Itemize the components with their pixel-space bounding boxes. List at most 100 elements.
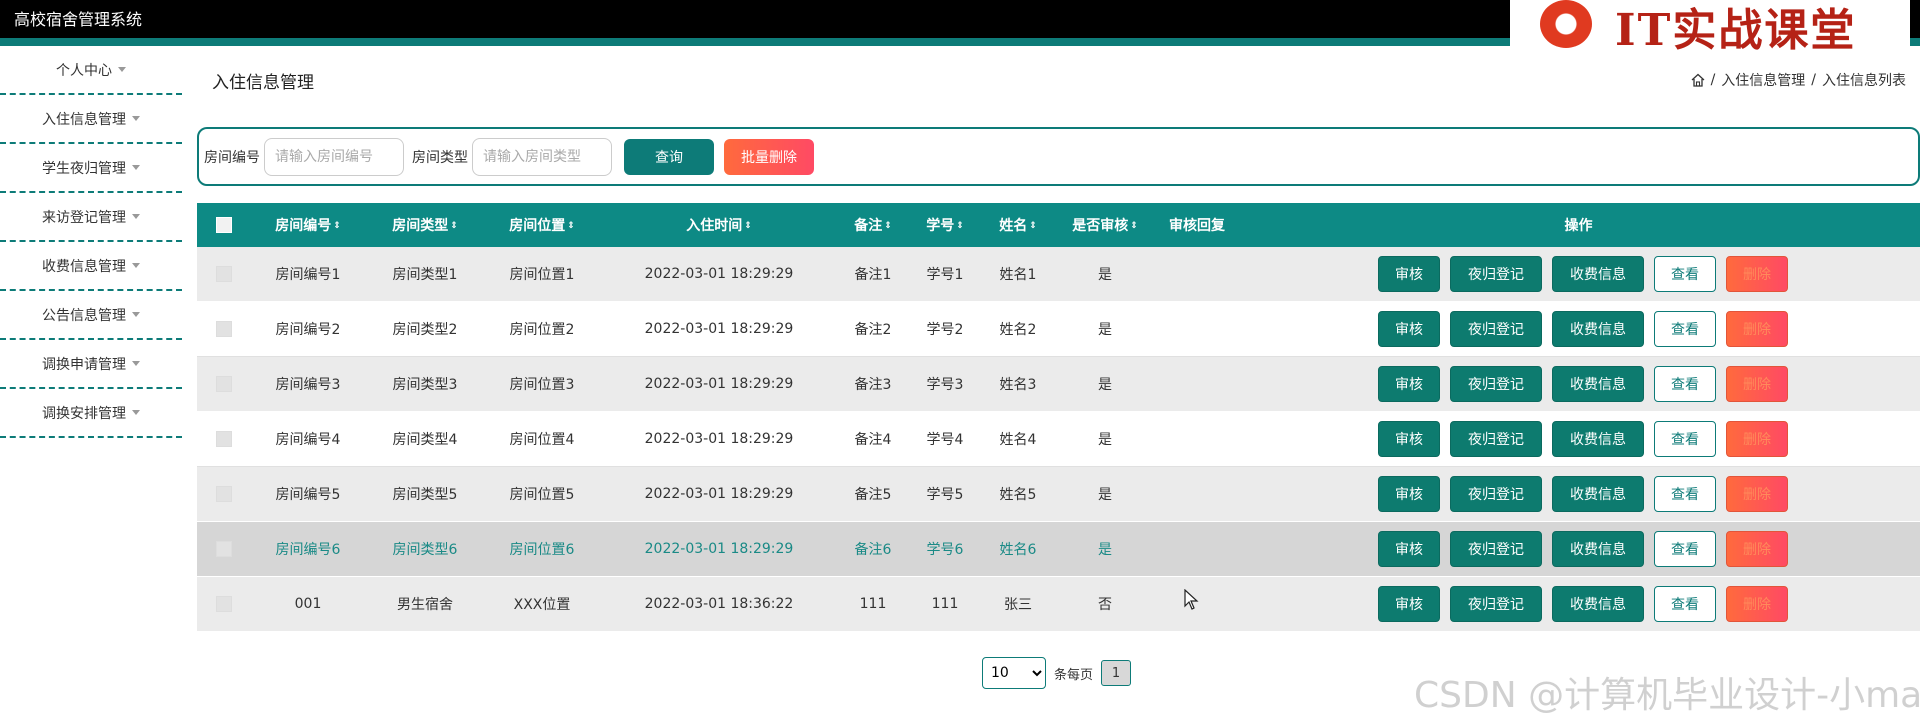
- col-audited[interactable]: 是否审核 ⇕: [1053, 215, 1157, 235]
- sidebar-item[interactable]: 收费信息管理: [0, 242, 182, 291]
- view-button[interactable]: 查看: [1654, 366, 1716, 402]
- home-icon[interactable]: [1691, 73, 1705, 87]
- room-location-cell: 房间位置2: [509, 322, 575, 338]
- view-button[interactable]: 查看: [1654, 256, 1716, 292]
- sort-icon[interactable]: ⇕: [1029, 221, 1037, 231]
- audit-button[interactable]: 审核: [1378, 256, 1440, 292]
- view-button[interactable]: 查看: [1654, 531, 1716, 567]
- mouse-cursor-icon: [1184, 589, 1199, 610]
- app-title: 高校宿舍管理系统: [14, 10, 143, 29]
- row-checkbox[interactable]: [216, 266, 232, 282]
- audit-button[interactable]: 审核: [1378, 586, 1440, 622]
- sort-icon[interactable]: ⇕: [956, 221, 964, 231]
- breadcrumb-level1[interactable]: 入住信息管理: [1721, 70, 1805, 90]
- sort-icon[interactable]: ⇕: [744, 221, 752, 231]
- table-row[interactable]: 房间编号6 房间类型6 房间位置6 2022-03-01 18:29:29 备注6 学号6…: [197, 522, 1920, 577]
- col-room-type[interactable]: 房间类型 ⇕: [365, 215, 485, 235]
- sort-icon[interactable]: ⇕: [884, 221, 892, 231]
- audit-button[interactable]: 审核: [1378, 421, 1440, 457]
- row-checkbox[interactable]: [216, 431, 232, 447]
- audited-cell: 是: [1098, 377, 1112, 393]
- delete-button[interactable]: 删除: [1726, 476, 1788, 512]
- col-room-number[interactable]: 房间编号 ⇕: [251, 215, 365, 235]
- logo-icon: [1540, 0, 1592, 48]
- row-checkbox[interactable]: [216, 376, 232, 392]
- fee-info-button[interactable]: 收费信息: [1552, 476, 1644, 512]
- room-type-label: 房间类型: [412, 149, 468, 166]
- view-button[interactable]: 查看: [1654, 311, 1716, 347]
- student-no-cell: 学号1: [926, 267, 964, 283]
- table-row[interactable]: 房间编号5 房间类型5 房间位置5 2022-03-01 18:29:29 备注5 学号5…: [197, 467, 1920, 522]
- night-return-button[interactable]: 夜归登记: [1450, 311, 1542, 347]
- sidebar-item[interactable]: 调换安排管理: [0, 389, 182, 438]
- audit-button[interactable]: 审核: [1378, 366, 1440, 402]
- sidebar-item[interactable]: 学生夜归管理: [0, 144, 182, 193]
- audit-button[interactable]: 审核: [1378, 311, 1440, 347]
- sidebar-item[interactable]: 调换申请管理: [0, 340, 182, 389]
- actions-cell: 审核 夜归登记 收费信息 查看 删除: [1237, 586, 1920, 622]
- student-no-cell: 学号5: [926, 487, 964, 503]
- room-type-cell: 房间类型2: [392, 322, 458, 338]
- delete-button[interactable]: 删除: [1726, 421, 1788, 457]
- batch-delete-button[interactable]: 批量删除: [724, 138, 814, 175]
- night-return-button[interactable]: 夜归登记: [1450, 366, 1542, 402]
- delete-button[interactable]: 删除: [1726, 311, 1788, 347]
- room-number-input[interactable]: [264, 137, 404, 176]
- view-button[interactable]: 查看: [1654, 476, 1716, 512]
- name-cell: 姓名3: [999, 377, 1037, 393]
- table-row[interactable]: 房间编号2 房间类型2 房间位置2 2022-03-01 18:29:29 备注2 学号2…: [197, 302, 1920, 357]
- logo-banner: IT实战课堂: [1510, 0, 1910, 56]
- night-return-button[interactable]: 夜归登记: [1450, 476, 1542, 512]
- room-type-input[interactable]: [472, 137, 612, 176]
- fee-info-button[interactable]: 收费信息: [1552, 531, 1644, 567]
- checkin-time-cell: 2022-03-01 18:29:29: [644, 266, 794, 282]
- per-page-label: 条每页: [1054, 667, 1094, 683]
- page-size-select[interactable]: 10: [982, 657, 1046, 689]
- audited-cell: 是: [1098, 542, 1112, 558]
- row-checkbox[interactable]: [216, 321, 232, 337]
- audit-button[interactable]: 审核: [1378, 476, 1440, 512]
- fee-info-button[interactable]: 收费信息: [1552, 421, 1644, 457]
- checkin-time-cell: 2022-03-01 18:29:29: [644, 431, 794, 447]
- col-room-location[interactable]: 房间位置 ⇕: [485, 215, 599, 235]
- sidebar-item[interactable]: 个人中心: [0, 46, 182, 95]
- name-cell: 张三: [1004, 597, 1032, 613]
- table-row[interactable]: 房间编号4 房间类型4 房间位置4 2022-03-01 18:29:29 备注4 学号4…: [197, 412, 1920, 467]
- fee-info-button[interactable]: 收费信息: [1552, 586, 1644, 622]
- row-checkbox[interactable]: [216, 541, 232, 557]
- fee-info-button[interactable]: 收费信息: [1552, 311, 1644, 347]
- view-button[interactable]: 查看: [1654, 586, 1716, 622]
- table-row[interactable]: 房间编号3 房间类型3 房间位置3 2022-03-01 18:29:29 备注3 学号3…: [197, 357, 1920, 412]
- col-name[interactable]: 姓名 ⇕: [983, 215, 1053, 235]
- night-return-button[interactable]: 夜归登记: [1450, 421, 1542, 457]
- select-all-checkbox[interactable]: [216, 217, 232, 233]
- delete-button[interactable]: 删除: [1726, 256, 1788, 292]
- sort-icon[interactable]: ⇕: [567, 221, 575, 231]
- sidebar-item[interactable]: 入住信息管理: [0, 95, 182, 144]
- sort-icon[interactable]: ⇕: [1130, 221, 1138, 231]
- delete-button[interactable]: 删除: [1726, 531, 1788, 567]
- row-checkbox[interactable]: [216, 596, 232, 612]
- audit-button[interactable]: 审核: [1378, 531, 1440, 567]
- delete-button[interactable]: 删除: [1726, 366, 1788, 402]
- checkbox-cell: [197, 376, 251, 392]
- col-note[interactable]: 备注 ⇕: [839, 215, 907, 235]
- sort-icon[interactable]: ⇕: [333, 221, 341, 231]
- fee-info-button[interactable]: 收费信息: [1552, 256, 1644, 292]
- col-checkin-time[interactable]: 入住时间 ⇕: [599, 215, 839, 235]
- table-row[interactable]: 001 男生宿舍 XXX位置 2022-03-01 18:36:22 111 111 张三 否…: [197, 577, 1920, 632]
- delete-button[interactable]: 删除: [1726, 586, 1788, 622]
- page-button[interactable]: 1: [1101, 660, 1132, 686]
- sidebar-item[interactable]: 来访登记管理: [0, 193, 182, 242]
- night-return-button[interactable]: 夜归登记: [1450, 531, 1542, 567]
- night-return-button[interactable]: 夜归登记: [1450, 256, 1542, 292]
- row-checkbox[interactable]: [216, 486, 232, 502]
- sidebar-item[interactable]: 公告信息管理: [0, 291, 182, 340]
- night-return-button[interactable]: 夜归登记: [1450, 586, 1542, 622]
- fee-info-button[interactable]: 收费信息: [1552, 366, 1644, 402]
- query-button[interactable]: 查询: [624, 138, 714, 175]
- col-student-no[interactable]: 学号 ⇕: [907, 215, 983, 235]
- table-row[interactable]: 房间编号1 房间类型1 房间位置1 2022-03-01 18:29:29 备注1 学号1…: [197, 247, 1920, 302]
- sort-icon[interactable]: ⇕: [450, 221, 458, 231]
- view-button[interactable]: 查看: [1654, 421, 1716, 457]
